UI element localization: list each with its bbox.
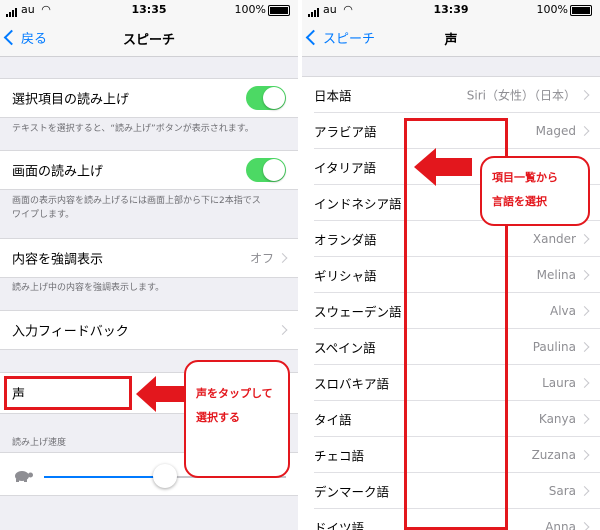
speak-selection-row[interactable]: 選択項目の読み上げ (0, 78, 298, 118)
language-voice: Paulina (532, 340, 576, 354)
chevron-right-icon (579, 270, 590, 280)
language-label: スペイン語 (314, 340, 376, 356)
speak-screen-row[interactable]: 画面の読み上げ (0, 150, 298, 190)
voice-settings-screen: au ◠ 13:39 100% スピーチ 声 日本語 Siri（女性）（日本） … (302, 0, 600, 530)
typing-feedback-row[interactable]: 入力フィードバック (0, 310, 298, 350)
language-voice: Maged (535, 124, 576, 138)
language-label: スロバキア語 (314, 376, 390, 392)
chevron-right-icon (579, 378, 590, 388)
chevron-right-icon (579, 486, 590, 496)
chevron-right-icon (579, 414, 590, 424)
language-voice: Zuzana (531, 448, 576, 462)
chevron-right-icon (277, 253, 288, 263)
language-label: アラビア語 (314, 124, 377, 140)
battery-level: 100% (537, 3, 592, 16)
language-label: チェコ語 (314, 448, 365, 464)
language-label: ドイツ語 (314, 520, 365, 530)
language-voice: Sara (548, 484, 576, 498)
language-row-japanese[interactable]: 日本語 Siri（女性）（日本） (302, 76, 600, 113)
chevron-right-icon (579, 90, 590, 100)
speak-selection-toggle[interactable] (246, 86, 286, 110)
typing-feedback-label: 入力フィードバック (12, 324, 129, 340)
language-label: オランダ語 (314, 232, 377, 248)
speak-screen-footer: 画面の表示内容を読み上げるには画面上部から下に2本指でス ワイプします。 (12, 196, 261, 220)
callout-tap-voice: 声をタップして 選択する (184, 360, 290, 478)
turtle-icon (12, 468, 34, 487)
battery-level: 100% (235, 3, 290, 16)
language-voice: Siri（女性）（日本） (466, 88, 576, 103)
chevron-right-icon (579, 342, 590, 352)
language-voice: Melina (536, 268, 576, 282)
arrow-left-icon (136, 376, 184, 412)
callout-select-language: 項目一覧から 言語を選択 (480, 156, 590, 226)
language-label: インドネシア語 (314, 196, 402, 212)
highlight-content-value: オフ (249, 251, 274, 266)
highlight-content-label: 内容を強調表示 (12, 252, 104, 268)
speak-screen-toggle[interactable] (246, 158, 286, 182)
language-voice: Kanya (538, 412, 576, 426)
speak-screen-label: 画面の読み上げ (12, 164, 104, 180)
language-label: 日本語 (314, 88, 352, 104)
chevron-right-icon (579, 306, 590, 316)
speech-settings-screen: au ◠ 13:35 100% 戻る スピーチ 選択項目の読み上げ テキストを選… (0, 0, 298, 530)
chevron-right-icon (579, 126, 590, 136)
language-label: デンマーク語 (314, 484, 390, 500)
arrow-left-icon (414, 148, 472, 186)
chevron-right-icon (277, 325, 288, 335)
nav-bar: 戻る スピーチ (0, 20, 298, 57)
highlight-box-voice (4, 376, 132, 410)
battery-icon (570, 4, 592, 16)
status-bar: au ◠ 13:39 100% (302, 0, 600, 20)
page-title: 声 (444, 33, 458, 48)
battery-icon (268, 4, 290, 16)
highlight-content-row[interactable]: 内容を強調表示 オフ (0, 238, 298, 278)
language-voice: Anna (545, 520, 576, 530)
speak-selection-footer: テキストを選択すると、“読み上げ”ボタンが表示されます。 (12, 124, 254, 134)
slider-thumb[interactable] (153, 464, 177, 488)
chevron-right-icon (579, 234, 590, 244)
chevron-right-icon (579, 522, 590, 530)
page-title: スピーチ (122, 33, 175, 48)
language-label: タイ語 (314, 412, 352, 428)
language-voice: Alva (550, 304, 576, 318)
chevron-right-icon (579, 450, 590, 460)
language-label: イタリア語 (314, 160, 377, 176)
language-voice: Laura (542, 376, 576, 390)
speak-selection-label: 選択項目の読み上げ (12, 92, 130, 108)
slider-fill (44, 476, 165, 478)
status-bar: au ◠ 13:35 100% (0, 0, 298, 20)
language-label: ギリシャ語 (314, 268, 377, 284)
language-label: スウェーデン語 (314, 304, 402, 320)
highlight-content-footer: 読み上げ中の内容を強調表示します。 (12, 283, 165, 293)
language-voice: Xander (532, 232, 576, 246)
nav-bar: スピーチ 声 (302, 20, 600, 57)
